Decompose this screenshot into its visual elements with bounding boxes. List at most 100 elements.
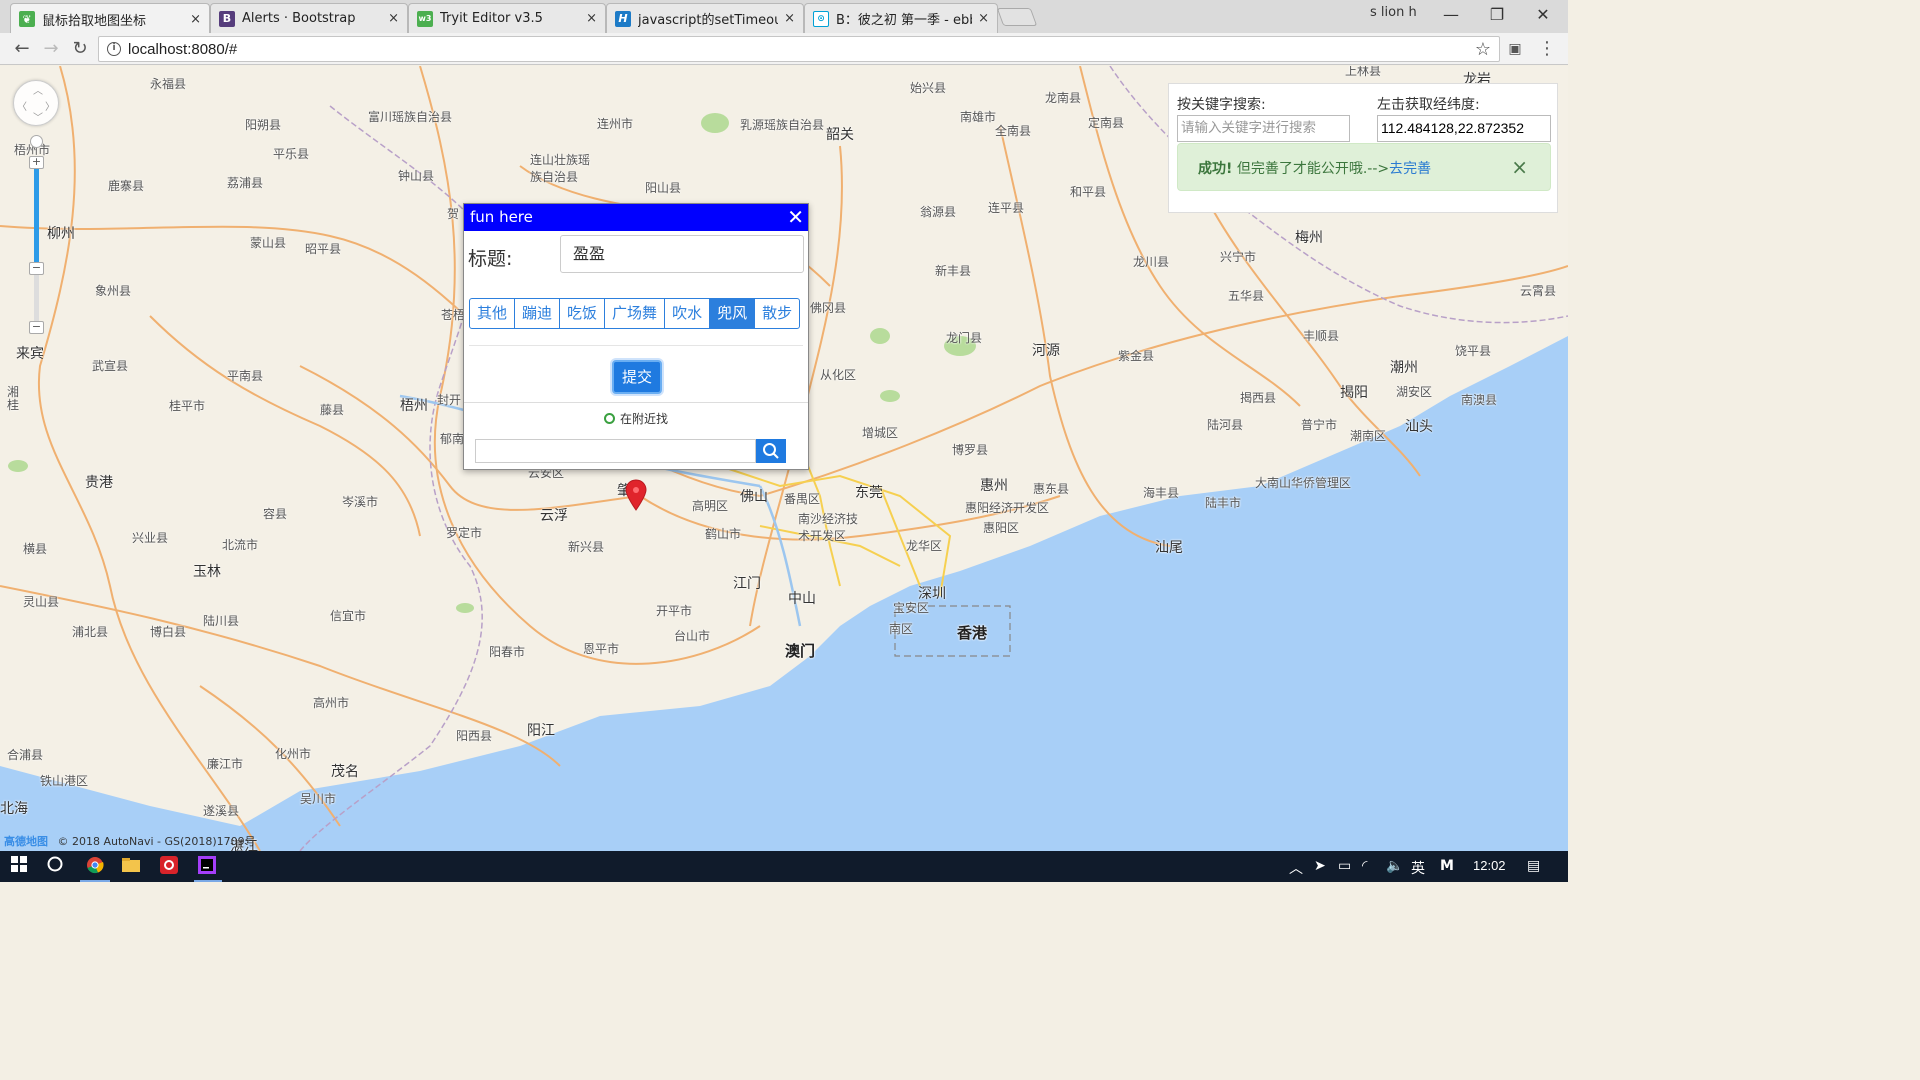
map-label: 博白县 bbox=[150, 625, 187, 639]
complete-profile-link[interactable]: 去完善 bbox=[1389, 161, 1431, 177]
extension-icon[interactable]: ▣ bbox=[1504, 38, 1526, 60]
map-label: 象州县 bbox=[95, 284, 132, 298]
pan-down-icon[interactable]: ﹀ bbox=[33, 109, 43, 124]
back-arrow-icon[interactable]: ← bbox=[11, 38, 33, 60]
profile-name[interactable]: s lion h bbox=[1370, 5, 1417, 20]
minimize-icon[interactable]: — bbox=[1428, 4, 1474, 26]
address-bar[interactable]: i localhost:8080/# ☆ bbox=[98, 36, 1500, 62]
amap-logo[interactable]: 高德地图 bbox=[4, 835, 48, 848]
tab-settimeout[interactable]: H javascript的setTimeout × bbox=[606, 3, 804, 33]
search-nearby-link[interactable]: 在附近找 bbox=[604, 410, 668, 427]
map-label: 桂平市 bbox=[169, 399, 206, 413]
map-label: 新丰县 bbox=[935, 264, 972, 278]
restore-icon[interactable]: ❐ bbox=[1474, 4, 1520, 26]
coordinate-input[interactable]: 112.484128,22.872352 bbox=[1377, 115, 1551, 142]
map-label: 东莞 bbox=[855, 485, 883, 501]
map-label: 宝安区 bbox=[893, 601, 930, 615]
close-icon[interactable]: × bbox=[388, 11, 399, 26]
volume-icon[interactable]: 🔈 bbox=[1386, 858, 1403, 874]
zoom-out-button[interactable]: − bbox=[29, 321, 44, 334]
chrome-icon[interactable] bbox=[84, 856, 106, 878]
title-input[interactable]: 盈盈 bbox=[560, 235, 804, 273]
map-label: 封开 bbox=[437, 393, 462, 407]
nearby-search-input[interactable] bbox=[475, 439, 756, 463]
tab-bilibili[interactable]: ⊙ B：彼之初 第一季 - ebb × bbox=[804, 3, 998, 33]
reload-icon[interactable]: ↻ bbox=[69, 38, 91, 60]
map-label: 潮州 bbox=[1390, 360, 1418, 376]
map-label: 饶平县 bbox=[1455, 344, 1492, 358]
category-button-drive[interactable]: 兜风 bbox=[709, 298, 756, 329]
map-label: 龙华区 bbox=[906, 539, 943, 553]
submit-button[interactable]: 提交 bbox=[612, 360, 662, 394]
map-label: 大南山华侨管理区 bbox=[1255, 476, 1352, 490]
new-tab-button[interactable] bbox=[996, 8, 1038, 26]
map-label: 定南县 bbox=[1088, 116, 1125, 130]
zoom-in-button[interactable]: + bbox=[29, 156, 44, 169]
map-marker-icon[interactable] bbox=[625, 479, 647, 511]
cortana-icon[interactable] bbox=[44, 856, 66, 878]
tab-tryit-editor[interactable]: w3 Tryit Editor v3.5 × bbox=[408, 3, 606, 33]
close-icon[interactable]: × bbox=[784, 11, 795, 26]
input-language[interactable]: 英 bbox=[1411, 858, 1425, 878]
coordinate-panel: 按关键字搜索: 左击获取经纬度: 请输入关键字进行搜索 112.484128,2… bbox=[1168, 83, 1558, 213]
tab-map-picker[interactable]: ❦ 鼠标拾取地图坐标 × bbox=[10, 3, 210, 34]
window-close-icon[interactable]: ✕ bbox=[1520, 4, 1566, 26]
file-explorer-icon[interactable] bbox=[120, 856, 142, 878]
notification-icon[interactable]: ▤ bbox=[1527, 858, 1540, 874]
pan-up-icon[interactable]: ︿ bbox=[33, 82, 43, 97]
close-icon[interactable]: × bbox=[190, 12, 201, 27]
map-label: 连山壮族瑶族自治县 bbox=[530, 153, 591, 184]
zoom-ruler-icon[interactable] bbox=[30, 135, 43, 148]
map-label: 南沙经济技术开发区 bbox=[798, 512, 859, 543]
wifi-icon[interactable]: ◜ bbox=[1362, 858, 1367, 874]
pan-control[interactable]: ︿ 〈 〉 ﹀ bbox=[13, 80, 59, 126]
tray-chevron-icon[interactable]: ︿ bbox=[1289, 858, 1303, 878]
map-label: 梧州 bbox=[400, 398, 428, 414]
zoom-slider-handle[interactable]: − bbox=[29, 262, 44, 275]
map-label: 兴宁市 bbox=[1220, 250, 1257, 264]
zoom-slider-fill bbox=[34, 164, 39, 267]
close-icon[interactable]: × bbox=[978, 11, 989, 26]
category-button-chat[interactable]: 吹水 bbox=[664, 298, 711, 329]
webstorm-icon[interactable] bbox=[196, 856, 218, 878]
netease-music-icon[interactable] bbox=[158, 856, 180, 878]
map-label: 来宾 bbox=[16, 346, 44, 362]
attribution-text: © 2018 AutoNavi - GS(2018)1709号 bbox=[57, 835, 256, 848]
map-label: 荔浦县 bbox=[227, 176, 264, 190]
map-label: 揭西县 bbox=[1240, 391, 1277, 405]
close-icon[interactable]: ✕ bbox=[787, 204, 804, 230]
battery-icon[interactable]: ▭ bbox=[1338, 858, 1351, 874]
map-label: 罗定市 bbox=[446, 526, 483, 540]
info-icon[interactable]: i bbox=[107, 42, 121, 56]
category-button-disco[interactable]: 蹦迪 bbox=[514, 298, 561, 329]
windows-start-icon[interactable] bbox=[8, 856, 30, 878]
map-label: 昭平县 bbox=[305, 242, 342, 256]
ime-mode[interactable]: M bbox=[1440, 858, 1454, 874]
map-label: 云霄县 bbox=[1520, 284, 1557, 298]
alert-close-icon[interactable]: × bbox=[1511, 157, 1528, 177]
category-button-other[interactable]: 其他 bbox=[469, 298, 516, 329]
category-button-walk[interactable]: 散步 bbox=[754, 298, 801, 329]
map-label: 阳江 bbox=[527, 723, 555, 739]
forward-arrow-icon[interactable]: → bbox=[40, 38, 62, 60]
menu-kebab-icon[interactable]: ⋮ bbox=[1536, 38, 1558, 60]
map-label: 鹤山市 bbox=[705, 527, 742, 541]
close-icon[interactable]: × bbox=[586, 11, 597, 26]
map-label: 柳州 bbox=[47, 226, 75, 242]
bookmark-star-icon[interactable]: ☆ bbox=[1475, 39, 1491, 60]
keyword-search-input[interactable]: 请输入关键字进行搜索 bbox=[1177, 115, 1350, 142]
tab-alerts-bootstrap[interactable]: B Alerts · Bootstrap × bbox=[210, 3, 408, 33]
category-button-eat[interactable]: 吃饭 bbox=[559, 298, 606, 329]
map-label: 合浦县 bbox=[7, 748, 44, 762]
clock[interactable]: 12:02 bbox=[1473, 858, 1506, 873]
map-label: 台山市 bbox=[674, 629, 711, 643]
category-button-square-dance[interactable]: 广场舞 bbox=[604, 298, 666, 329]
nearby-search-button[interactable] bbox=[756, 439, 786, 463]
map-label: 云浮 bbox=[540, 508, 568, 524]
bilibili-icon: ⊙ bbox=[813, 10, 829, 27]
pan-right-icon[interactable]: 〉 bbox=[45, 98, 55, 113]
tray-send-icon[interactable]: ➤ bbox=[1314, 858, 1326, 874]
pan-left-icon[interactable]: 〈 bbox=[17, 98, 27, 113]
alert-text: 但完善了才能公开哦.--> bbox=[1232, 161, 1390, 177]
tab-label: javascript的setTimeout bbox=[638, 13, 779, 28]
